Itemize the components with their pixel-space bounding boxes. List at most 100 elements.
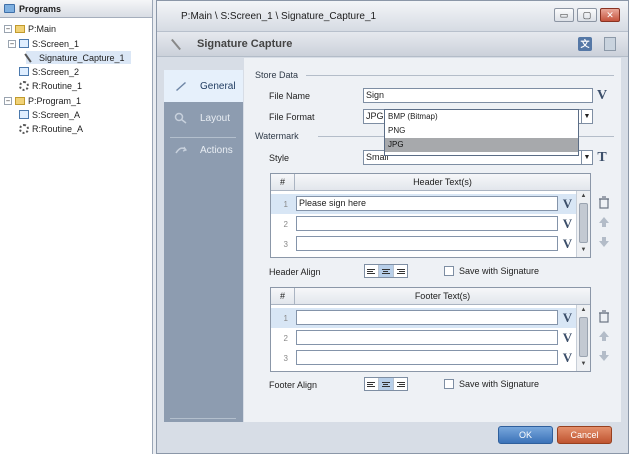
- scroll-thumb[interactable]: [579, 203, 588, 243]
- table-row[interactable]: 3 V: [271, 348, 577, 368]
- scroll-down-icon[interactable]: ▼: [577, 245, 590, 255]
- table-row[interactable]: 2 V: [271, 328, 577, 348]
- folder-icon: [15, 24, 25, 33]
- footer-save-label: Save with Signature: [459, 379, 540, 389]
- ok-button[interactable]: OK: [498, 426, 553, 444]
- table-row[interactable]: 1 Please sign here V: [271, 194, 577, 214]
- variable-button[interactable]: V: [561, 236, 574, 251]
- tree-item-label: S:Screen_1: [32, 38, 80, 49]
- header-text-input[interactable]: [296, 236, 558, 251]
- footer-text-input[interactable]: [296, 330, 558, 345]
- variable-button[interactable]: V: [561, 216, 574, 231]
- column-header-text: Footer Text(s): [414, 291, 471, 301]
- cancel-button[interactable]: Cancel: [557, 426, 612, 444]
- tree-item-screen-2[interactable]: S:Screen_2: [19, 65, 79, 78]
- translate-icon[interactable]: 文: [578, 37, 592, 51]
- align-center-button[interactable]: [379, 265, 394, 277]
- file-name-label: File Name: [269, 91, 311, 101]
- file-name-input[interactable]: Sign: [363, 88, 593, 103]
- chevron-down-icon[interactable]: ▼: [581, 150, 593, 165]
- programs-title: Programs: [19, 3, 62, 14]
- footer-save-checkbox[interactable]: [444, 379, 454, 389]
- dropdown-option-jpg[interactable]: JPG: [385, 138, 578, 152]
- scroll-thumb[interactable]: [579, 317, 588, 357]
- table-row[interactable]: 3 V: [271, 234, 577, 254]
- collapse-icon[interactable]: −: [4, 24, 12, 33]
- file-format-label: File Format: [269, 112, 315, 122]
- window-controls: ▭ ▢ ✕: [554, 8, 620, 22]
- tree-item-p-main[interactable]: − P:Main: [4, 22, 56, 35]
- variable-button[interactable]: V: [561, 330, 574, 345]
- minimize-button[interactable]: ▭: [554, 8, 574, 22]
- nav-actions[interactable]: Actions: [164, 134, 243, 166]
- header-text-input[interactable]: [296, 216, 558, 231]
- header-align-group: [364, 264, 408, 278]
- footer-text-input[interactable]: [296, 350, 558, 365]
- column-header-text: Header Text(s): [413, 177, 472, 187]
- signature-icon: [171, 38, 185, 50]
- footer-align-group: [364, 377, 408, 391]
- chevron-down-icon[interactable]: ▼: [581, 109, 593, 124]
- actions-icon: [175, 146, 187, 154]
- nav-layout[interactable]: Layout: [164, 102, 243, 134]
- move-up-icon[interactable]: [597, 330, 611, 342]
- table-header: # Footer Text(s): [271, 288, 590, 305]
- tree-item-routine-1[interactable]: R:Routine_1: [19, 79, 82, 92]
- align-left-button[interactable]: [365, 378, 380, 390]
- header-text-input[interactable]: Please sign here: [296, 196, 558, 211]
- row-number: 3: [283, 239, 288, 249]
- nav-label: Layout: [200, 112, 231, 124]
- move-up-icon[interactable]: [597, 216, 611, 228]
- tree-item-routine-a[interactable]: R:Routine_A: [19, 122, 83, 135]
- dropdown-option-png[interactable]: PNG: [385, 124, 578, 138]
- row-number: 3: [283, 353, 288, 363]
- collapse-icon[interactable]: −: [8, 39, 16, 48]
- variable-button[interactable]: V: [561, 350, 574, 365]
- align-left-button[interactable]: [365, 265, 380, 277]
- move-down-icon[interactable]: [597, 236, 611, 248]
- delete-icon[interactable]: [597, 196, 611, 209]
- footer-align-label: Footer Align: [269, 380, 318, 390]
- vertical-scrollbar[interactable]: ▲ ▼: [576, 191, 590, 257]
- maximize-button[interactable]: ▢: [577, 8, 597, 22]
- tree-item-label: P:Main: [28, 23, 57, 34]
- object-title: Signature Capture: [197, 38, 293, 50]
- dropdown-option-bmp[interactable]: BMP (Bitmap): [385, 110, 578, 124]
- tree-item-program-1[interactable]: − P:Program_1: [4, 94, 81, 107]
- scroll-up-icon[interactable]: ▲: [577, 305, 590, 315]
- row-number: 2: [283, 333, 288, 343]
- variable-button[interactable]: V: [561, 196, 574, 211]
- object-header: Signature Capture 文: [157, 32, 628, 57]
- tree-item-signature-capture-1[interactable]: Signature_Capture_1: [26, 51, 131, 64]
- scroll-up-icon[interactable]: ▲: [577, 191, 590, 201]
- nav-general[interactable]: General: [164, 70, 243, 102]
- note-icon[interactable]: [604, 37, 616, 51]
- tree-item-label: P:Program_1: [28, 95, 82, 106]
- scroll-down-icon[interactable]: ▼: [577, 359, 590, 369]
- pen-icon: [176, 82, 186, 91]
- collapse-icon[interactable]: −: [4, 96, 12, 105]
- screen-icon: [19, 39, 29, 48]
- tree-item-screen-1[interactable]: − S:Screen_1: [8, 37, 79, 50]
- tree-item-screen-a[interactable]: S:Screen_A: [19, 108, 80, 121]
- align-right-button[interactable]: [394, 378, 407, 390]
- nav-label: Actions: [200, 144, 233, 156]
- file-name-variable-button[interactable]: V: [595, 88, 609, 103]
- nav-divider: [170, 418, 236, 419]
- column-header-number: #: [271, 288, 295, 304]
- store-data-section: Store Data: [255, 70, 299, 80]
- table-row[interactable]: 1 V: [271, 308, 577, 328]
- align-center-button[interactable]: [379, 378, 394, 390]
- align-right-button[interactable]: [394, 265, 407, 277]
- text-style-button[interactable]: T: [595, 150, 609, 165]
- footer-text-input[interactable]: [296, 310, 558, 325]
- header-save-checkbox[interactable]: [444, 266, 454, 276]
- move-down-icon[interactable]: [597, 350, 611, 362]
- variable-button[interactable]: V: [561, 310, 574, 325]
- table-row[interactable]: 2 V: [271, 214, 577, 234]
- vertical-scrollbar[interactable]: ▲ ▼: [576, 305, 590, 371]
- column-header-number: #: [271, 174, 295, 190]
- close-button[interactable]: ✕: [600, 8, 620, 22]
- property-nav: General Layout Actions: [164, 70, 243, 422]
- delete-icon[interactable]: [597, 310, 611, 323]
